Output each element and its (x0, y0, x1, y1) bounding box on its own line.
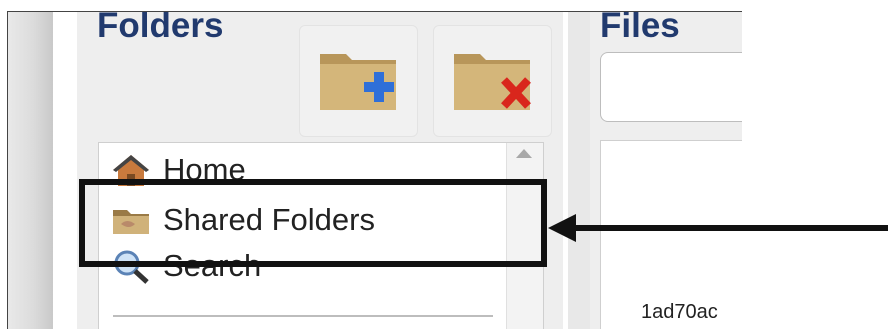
file-list-item[interactable]: 1ad70ac (641, 301, 718, 324)
tree-separator (113, 315, 493, 317)
annotation-arrow-line (574, 225, 888, 231)
app-screenshot: Folders Home Shared Folders Search Files… (7, 11, 742, 329)
folders-title: Folders (97, 11, 224, 45)
panel-divider[interactable] (568, 12, 590, 329)
scroll-up-arrow-icon[interactable] (516, 149, 532, 158)
folder-delete-icon (454, 54, 531, 110)
annotation-arrow-head-icon (548, 214, 576, 242)
files-list: 1ad70ac (600, 140, 742, 329)
folder-add-icon (320, 54, 396, 110)
annotation-highlight-box (79, 179, 547, 267)
files-title: Files (600, 11, 680, 45)
delete-folder-button[interactable] (433, 25, 552, 137)
folders-panel: Folders Home Shared Folders Search (77, 12, 563, 329)
new-folder-button[interactable] (299, 25, 418, 137)
files-panel: Files 1ad70ac (590, 12, 742, 329)
left-gutter (8, 12, 53, 329)
files-filter-input[interactable] (600, 52, 742, 122)
